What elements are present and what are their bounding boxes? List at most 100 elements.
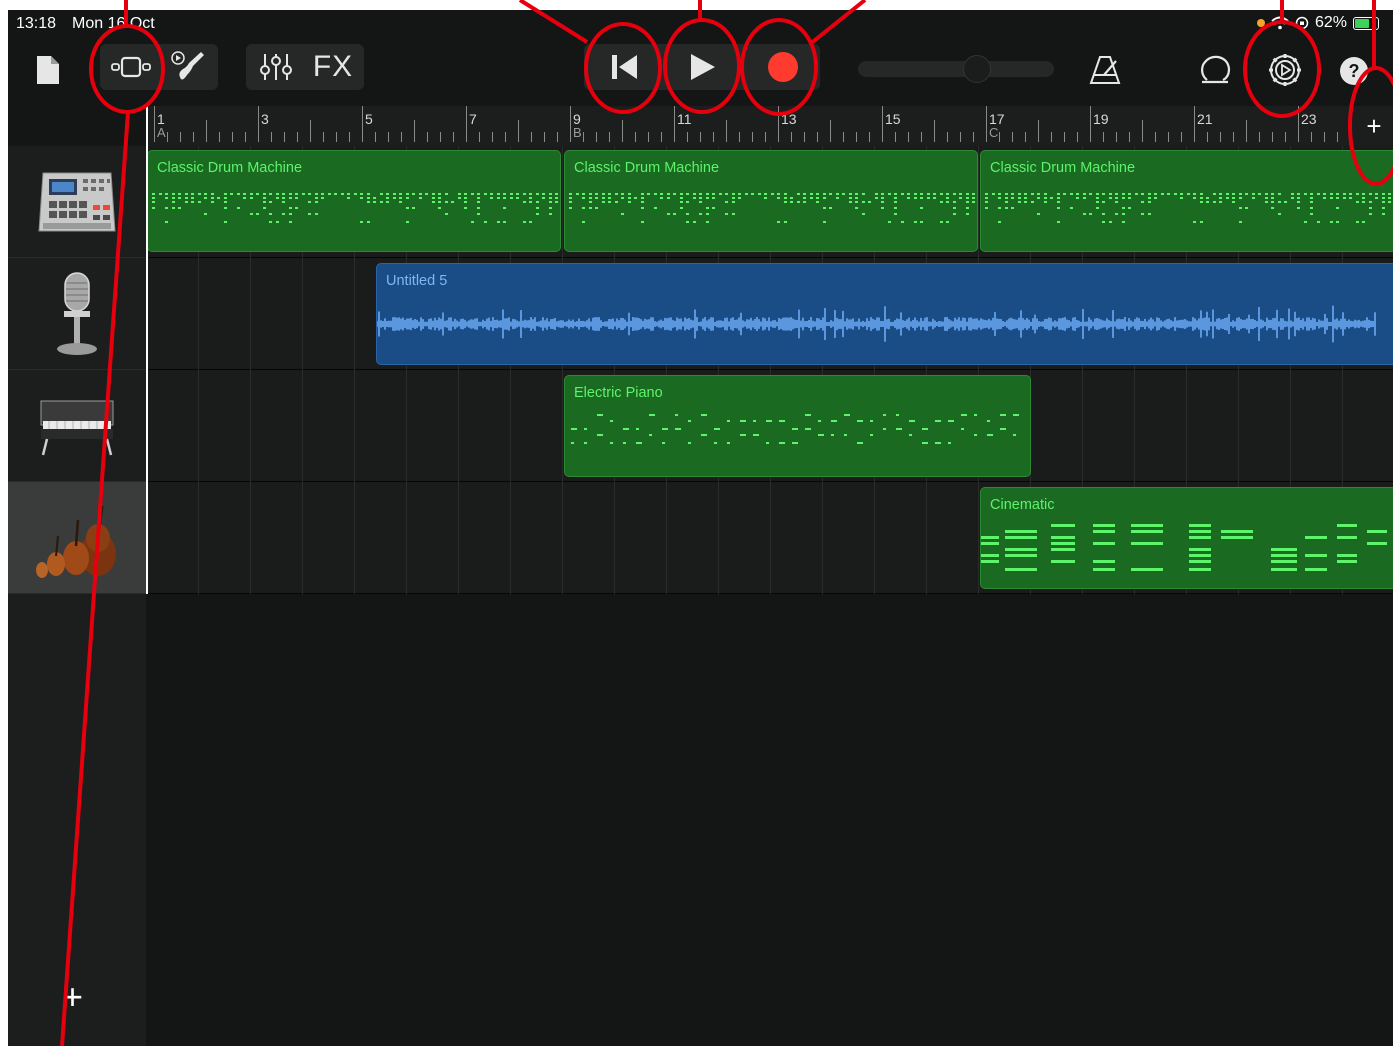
waveform-path xyxy=(377,305,1376,343)
track-header-electric-piano[interactable] xyxy=(8,370,146,482)
midi-note xyxy=(725,193,728,195)
region-electric-piano[interactable]: Electric Piano xyxy=(564,375,1031,477)
midi-note xyxy=(1005,530,1037,533)
midi-note xyxy=(1329,197,1333,199)
midi-note xyxy=(640,201,644,203)
midi-note xyxy=(569,197,572,199)
midi-note xyxy=(1017,197,1021,199)
ruler-bar-number: 13 xyxy=(781,111,797,127)
track-header-microphone[interactable] xyxy=(8,258,146,370)
ruler-section-marker: A xyxy=(157,125,166,140)
fx-button[interactable]: FX xyxy=(306,46,360,88)
midi-note xyxy=(855,201,858,203)
midi-note xyxy=(1093,560,1115,563)
instrument-browser-button[interactable] xyxy=(164,46,214,88)
tracks-view-button[interactable] xyxy=(104,46,158,88)
midi-note xyxy=(883,428,886,430)
midi-note xyxy=(197,201,201,203)
volume-knob[interactable] xyxy=(963,55,991,83)
midi-note xyxy=(779,442,785,444)
midi-note xyxy=(842,193,845,195)
record-button[interactable] xyxy=(748,46,818,88)
metronome-button[interactable] xyxy=(1082,50,1128,90)
midi-note xyxy=(1056,197,1060,199)
midi-note xyxy=(714,442,717,444)
midi-note xyxy=(946,197,949,199)
midi-note xyxy=(961,414,967,416)
ruler-beat-tick xyxy=(1272,132,1273,142)
midi-note xyxy=(634,197,637,199)
ruler-beat-tick xyxy=(375,132,376,142)
midi-note xyxy=(595,197,598,199)
midi-note xyxy=(477,207,480,209)
ruler-beat-tick xyxy=(1181,132,1182,142)
region-classic-drum-machine-1[interactable]: Classic Drum Machine xyxy=(147,150,561,252)
midi-note xyxy=(256,193,259,195)
midi-note xyxy=(1381,193,1385,195)
ruler-beat-tick xyxy=(1285,132,1286,142)
midi-note xyxy=(516,197,519,199)
midi-note xyxy=(1232,201,1235,203)
midi-note xyxy=(965,213,969,215)
midi-note xyxy=(477,201,480,203)
track-header-strings[interactable] xyxy=(8,482,146,594)
timeline-ruler[interactable]: 1 A 3 5 7 9 B 11 13 15 17 C 19 21 23 + xyxy=(146,106,1393,146)
region-cinematic[interactable]: Cinematic xyxy=(980,487,1393,589)
ruler-beat-tick xyxy=(1207,132,1208,142)
midi-note xyxy=(269,201,272,203)
midi-note xyxy=(1121,207,1125,209)
midi-note xyxy=(243,197,246,199)
midi-note xyxy=(438,193,441,195)
midi-note xyxy=(1258,193,1261,195)
midi-note xyxy=(1310,197,1313,199)
midi-note xyxy=(636,428,639,430)
midi-note xyxy=(1037,213,1040,215)
midi-note xyxy=(249,197,253,199)
midi-note xyxy=(1108,193,1112,195)
midi-note xyxy=(1219,193,1222,195)
track-header-drum-machine[interactable] xyxy=(8,146,146,258)
midi-note xyxy=(366,197,370,199)
midi-note xyxy=(236,207,240,209)
mixer-button[interactable] xyxy=(250,46,302,88)
playhead[interactable] xyxy=(146,106,148,594)
midi-note xyxy=(1310,193,1313,195)
midi-note xyxy=(805,428,811,430)
midi-note xyxy=(1093,568,1115,571)
midi-note xyxy=(666,197,670,199)
add-section-button[interactable]: + xyxy=(1355,106,1393,146)
midi-note xyxy=(165,197,168,199)
region-classic-drum-machine-2[interactable]: Classic Drum Machine xyxy=(564,150,978,252)
loop-browser-button[interactable] xyxy=(1192,50,1238,90)
midi-note xyxy=(1342,193,1346,195)
region-classic-drum-machine-3[interactable]: Classic Drum Machine xyxy=(980,150,1393,252)
ruler-bar-tick xyxy=(1350,120,1351,142)
midi-note xyxy=(171,201,175,203)
help-button[interactable]: ? xyxy=(1334,54,1374,88)
midi-note xyxy=(1095,193,1099,195)
midi-note xyxy=(548,201,552,203)
tracks-area[interactable]: Classic Drum Machine Classic Drum Machin… xyxy=(146,106,1393,1046)
master-volume-slider[interactable] xyxy=(858,61,1054,77)
midi-note xyxy=(686,213,689,215)
add-track-button[interactable]: + xyxy=(62,976,83,1018)
midi-note xyxy=(1232,193,1235,195)
midi-note xyxy=(1381,201,1385,203)
midi-note xyxy=(1199,197,1203,199)
ruler-beat-tick xyxy=(1103,132,1104,142)
midi-note xyxy=(1388,197,1391,199)
ruler-beat-tick xyxy=(1168,132,1169,142)
region-untitled-5[interactable]: Untitled 5 xyxy=(376,263,1393,365)
midi-note xyxy=(907,193,910,195)
play-button[interactable] xyxy=(668,46,738,88)
midi-note xyxy=(1160,193,1164,195)
ruler-beat-tick xyxy=(752,132,753,142)
midi-note xyxy=(829,193,832,195)
go-to-beginning-button[interactable] xyxy=(590,46,660,88)
midi-note xyxy=(692,193,696,195)
my-songs-button[interactable] xyxy=(32,50,64,90)
settings-button[interactable] xyxy=(1262,50,1308,90)
midi-note xyxy=(204,213,207,215)
midi-note xyxy=(275,193,279,195)
midi-note xyxy=(1141,193,1144,195)
